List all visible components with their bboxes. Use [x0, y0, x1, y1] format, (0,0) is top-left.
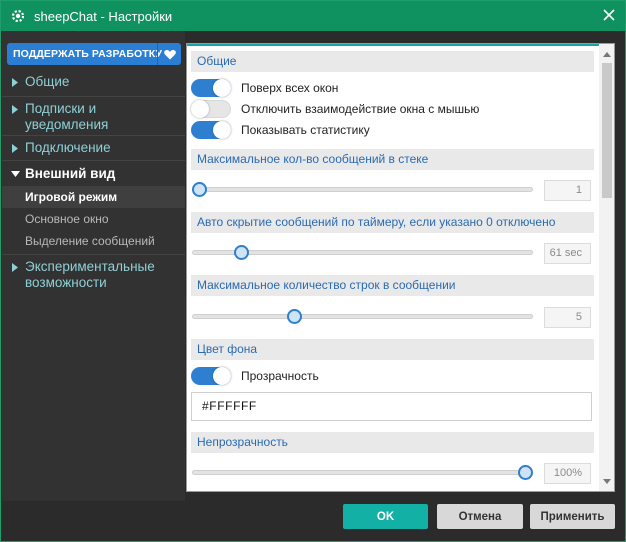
- sidebar-item-label: Общие: [25, 74, 70, 89]
- sidebar-item-experimental[interactable]: Экспериментальные возможности: [2, 255, 185, 293]
- heart-icon: [163, 49, 176, 59]
- toggle-row-show-stats: Показывать статистику: [191, 121, 370, 139]
- max-messages-value[interactable]: 1: [544, 180, 591, 201]
- scroll-up-icon[interactable]: [603, 51, 611, 59]
- sidebar-item-general[interactable]: Общие: [2, 74, 185, 94]
- always-on-top-toggle[interactable]: [191, 79, 231, 97]
- opacity-slider-track[interactable]: [192, 465, 533, 480]
- chevron-right-icon: [12, 144, 18, 153]
- support-button-label: ПОДДЕРЖАТЬ РАЗРАБОТКУ: [13, 48, 163, 60]
- max-messages-slider-thumb[interactable]: [192, 182, 207, 197]
- settings-content: Общие Поверх всех окон Отключить взаимод…: [186, 43, 615, 492]
- show-statistics-toggle[interactable]: [191, 121, 231, 139]
- auto-hide-slider-track[interactable]: [192, 245, 533, 260]
- background-color-input[interactable]: #FFFFFF: [191, 392, 592, 421]
- settings-nav: Общие Подписки и уведомления Подключение…: [2, 74, 185, 293]
- opacity-value[interactable]: 100%: [544, 463, 591, 484]
- sidebar-item-label-line1: Подписки и: [25, 101, 97, 116]
- sidebar-item-appearance[interactable]: Внешний вид: [2, 161, 185, 186]
- toggle-label: Отключить взаимодействие окна с мышью: [241, 102, 480, 116]
- auto-hide-slider-thumb[interactable]: [234, 245, 250, 260]
- max-lines-slider-track[interactable]: [192, 309, 533, 324]
- disable-mouse-interaction-toggle[interactable]: [191, 100, 231, 118]
- max-lines-slider-thumb[interactable]: [286, 309, 302, 324]
- toggle-label: Прозрачность: [241, 369, 319, 383]
- settings-window: sheepChat - Настройки ПОДДЕРЖАТЬ РАЗРАБО…: [0, 0, 626, 542]
- sidebar-item-label: Подключение: [25, 140, 111, 155]
- opacity-slider-thumb[interactable]: [518, 465, 533, 480]
- toggle-row-transparency: Прозрачность: [191, 367, 319, 385]
- chevron-right-icon: [12, 78, 18, 87]
- section-header-opacity: Непрозрачность: [191, 432, 594, 453]
- auto-hide-value[interactable]: 61 sec: [544, 243, 591, 264]
- max-messages-slider-track[interactable]: [192, 182, 533, 197]
- cancel-button[interactable]: Отмена: [437, 504, 523, 529]
- sidebar-item-connection[interactable]: Подключение: [2, 136, 185, 160]
- sidebar-item-label-line2: уведомления: [25, 117, 109, 132]
- chevron-down-icon: [11, 171, 20, 177]
- sidebar-subitem-game-mode[interactable]: Игровой режим: [2, 186, 185, 208]
- sidebar-item-label-line1: Экспериментальные: [25, 259, 155, 274]
- toggle-row-disable-mouse: Отключить взаимодействие окна с мышью: [191, 100, 479, 118]
- section-header-general: Общие: [191, 51, 594, 72]
- section-header-max-lines: Максимальное количество строк в сообщени…: [191, 275, 594, 296]
- close-icon[interactable]: [601, 7, 617, 23]
- section-header-auto-hide: Авто скрытие сообщений по таймеру, если …: [191, 212, 594, 233]
- sidebar-item-label: Внешний вид: [25, 166, 116, 181]
- ok-button[interactable]: OK: [343, 504, 428, 529]
- title-bar: sheepChat - Настройки: [1, 1, 625, 31]
- scrollbar-thumb[interactable]: [602, 63, 612, 198]
- gear-icon: [11, 9, 25, 23]
- sidebar-subitem-message-highlight[interactable]: Выделение сообщений: [2, 230, 185, 252]
- section-header-background-color: Цвет фона: [191, 339, 594, 360]
- chevron-right-icon: [12, 263, 18, 272]
- section-header-max-messages: Максимальное кол-во сообщений в стеке: [191, 149, 594, 170]
- transparency-toggle[interactable]: [191, 367, 231, 385]
- sidebar-item-subscriptions[interactable]: Подписки и уведомления: [2, 97, 185, 135]
- chevron-right-icon: [12, 105, 18, 114]
- vertical-scrollbar[interactable]: [599, 44, 614, 491]
- toggle-label: Поверх всех окон: [241, 81, 339, 95]
- sidebar: ПОДДЕРЖАТЬ РАЗРАБОТКУ Общие Подписки и у…: [2, 31, 185, 501]
- scroll-down-icon[interactable]: [603, 477, 611, 485]
- window-title: sheepChat - Настройки: [34, 8, 173, 24]
- toggle-row-always-on-top: Поверх всех окон: [191, 79, 338, 97]
- apply-button[interactable]: Применить: [530, 504, 615, 529]
- sidebar-subitem-main-window[interactable]: Основное окно: [2, 208, 185, 230]
- sidebar-item-label-line2: возможности: [25, 275, 107, 290]
- toggle-label: Показывать статистику: [241, 123, 370, 137]
- support-development-button[interactable]: ПОДДЕРЖАТЬ РАЗРАБОТКУ: [7, 43, 181, 65]
- max-lines-value[interactable]: 5: [544, 307, 591, 328]
